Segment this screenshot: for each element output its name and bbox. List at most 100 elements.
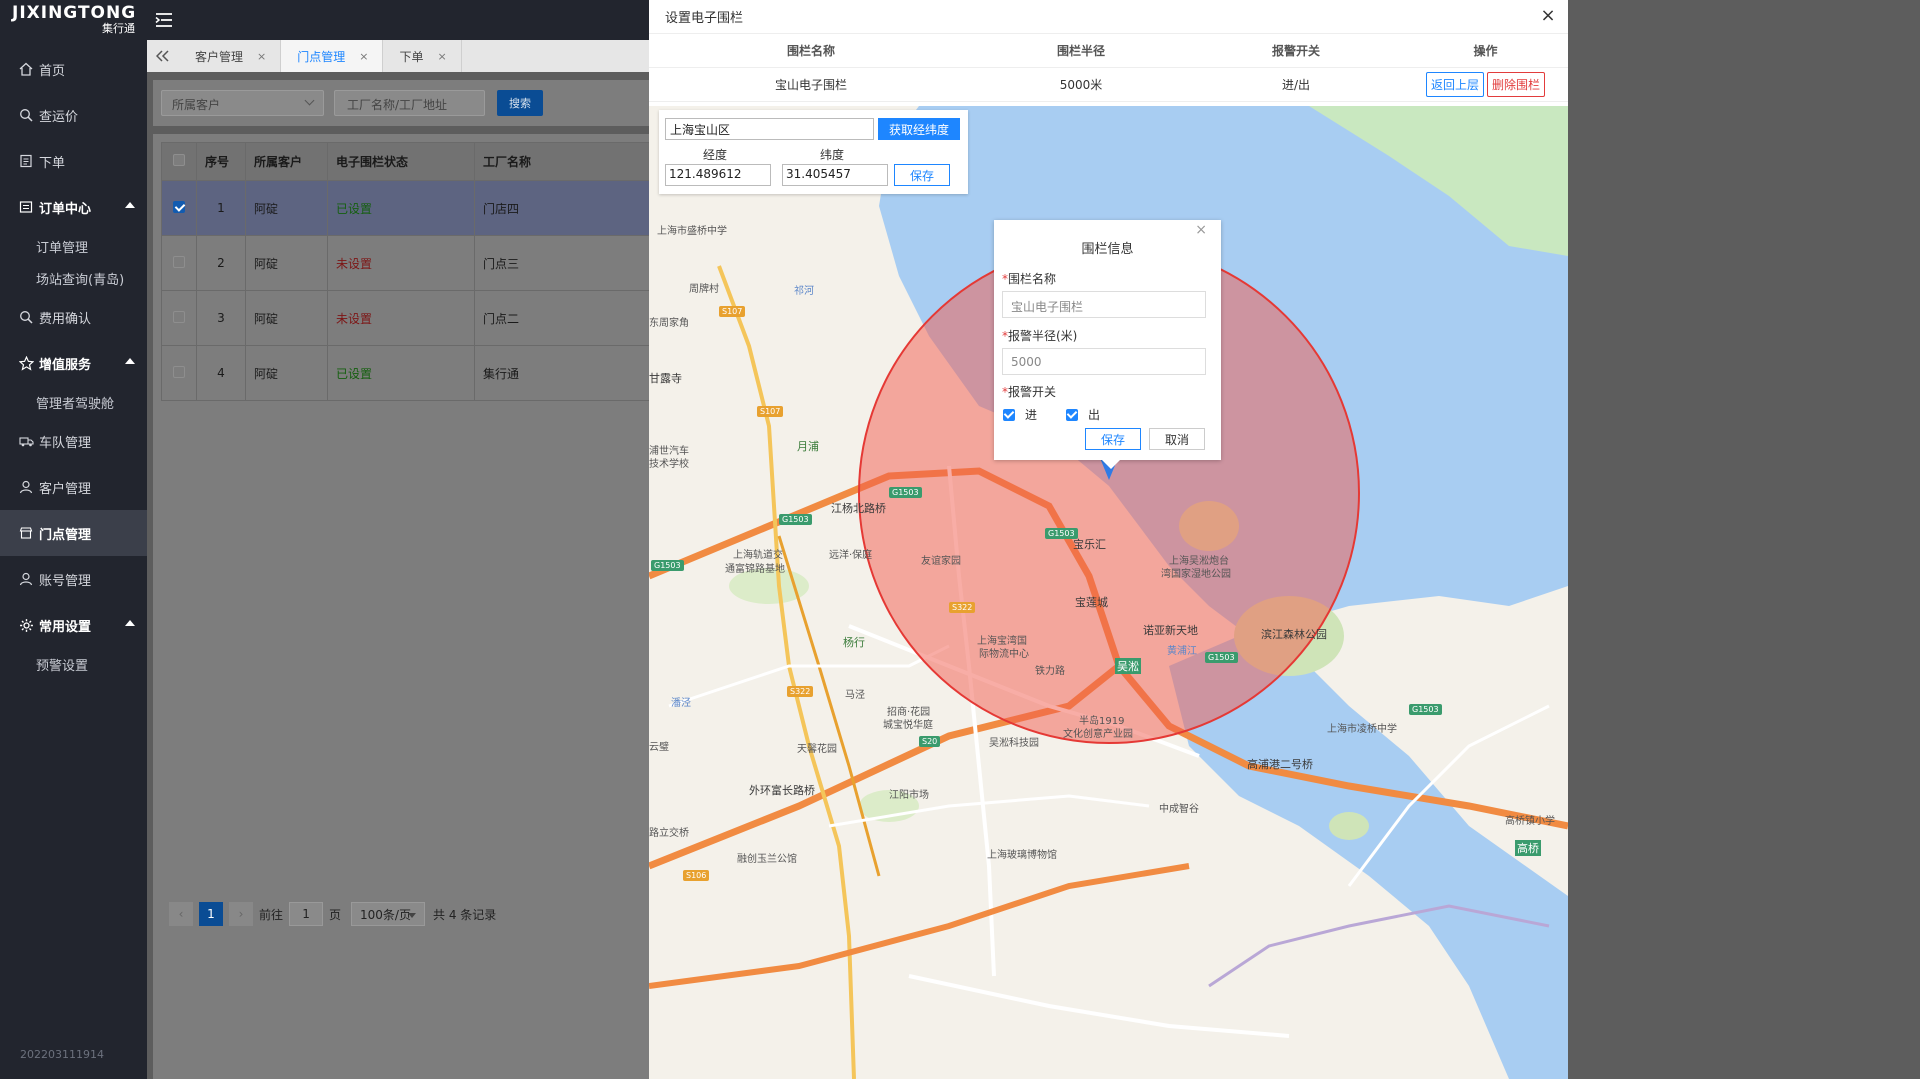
sidebar-item-fleet[interactable]: 车队管理 bbox=[0, 418, 147, 464]
sidebar-item-value-added[interactable]: 增值服务 bbox=[0, 340, 147, 386]
goto-page-input[interactable]: 1 bbox=[289, 902, 324, 926]
chevron-down-icon bbox=[304, 95, 315, 106]
map-label: 通富锦路基地 bbox=[725, 564, 785, 575]
row-select-cell[interactable] bbox=[161, 235, 197, 291]
address-input[interactable]: 上海宝山区 bbox=[665, 118, 874, 140]
tab-customer-management[interactable]: 客户管理 × bbox=[179, 40, 282, 72]
search-icon bbox=[18, 309, 34, 325]
row-checkbox[interactable] bbox=[173, 310, 185, 323]
tab-store-management[interactable]: 门点管理 × bbox=[281, 40, 384, 72]
alarm-in-checkbox[interactable]: 进 bbox=[1003, 406, 1037, 423]
fence-info-window: × 围栏信息 *围栏名称 宝山电子围栏 *报警半径(米) 5000 *报警开关 … bbox=[994, 220, 1221, 469]
row-select-cell[interactable] bbox=[161, 290, 197, 346]
close-icon[interactable]: × bbox=[437, 50, 446, 63]
back-button[interactable]: 返回上层 bbox=[1425, 72, 1484, 97]
sidebar: JIXINGTONG 集行通 首页 查运价 下单 订单中心 订单管理 场站查询(… bbox=[0, 0, 147, 1079]
table-row[interactable]: 1 阿碇 已设置 门店四 bbox=[161, 180, 657, 236]
page-size-select[interactable]: 100条/页 bbox=[351, 902, 426, 926]
alarm-out-label: 出 bbox=[1088, 408, 1101, 422]
checkbox-checked[interactable] bbox=[1003, 408, 1015, 421]
map-label: 东周家角 bbox=[649, 318, 689, 329]
search-button[interactable]: 搜索 bbox=[497, 90, 543, 116]
map-label: 上海轨道交 bbox=[733, 550, 783, 561]
sidebar-item-cockpit[interactable]: 管理者驾驶舱 bbox=[0, 386, 147, 418]
sidebar-item-customer[interactable]: 客户管理 bbox=[0, 464, 147, 510]
map-label: 高桥镇小学 bbox=[1505, 816, 1555, 827]
sidebar-item-account[interactable]: 账号管理 bbox=[0, 556, 147, 602]
factory-search-input[interactable]: 工厂名称/工厂地址 bbox=[334, 90, 485, 116]
fence-name-input[interactable]: 宝山电子围栏 bbox=[1002, 291, 1206, 318]
sidebar-item-label: 增值服务 bbox=[39, 357, 92, 373]
map-label: 文化创意产业园 bbox=[1063, 729, 1133, 740]
fence-dialog: 设置电子围栏 × 围栏名称 围栏半径 报警开关 操作 宝山电子围栏 5000米 … bbox=[649, 0, 1568, 1079]
user-icon bbox=[18, 479, 34, 495]
tab-place-order[interactable]: 下单 × bbox=[383, 40, 462, 72]
sidebar-item-alert-settings[interactable]: 预警设置 bbox=[0, 648, 147, 680]
close-icon[interactable]: × bbox=[359, 50, 368, 63]
sidebar-item-store[interactable]: 门点管理 bbox=[0, 510, 147, 556]
gear-icon bbox=[18, 617, 34, 633]
sidebar-item-fee-confirm[interactable]: 费用确认 bbox=[0, 294, 147, 340]
road-badge: G1503 bbox=[1045, 528, 1078, 539]
row-fence-status: 未设置 bbox=[327, 290, 475, 346]
map-label: 城宝悦华庭 bbox=[883, 720, 933, 731]
fence-save-button[interactable]: 保存 bbox=[1085, 428, 1141, 450]
save-coords-button[interactable]: 保存 bbox=[894, 164, 950, 186]
row-number: 2 bbox=[196, 235, 246, 291]
checkbox-checked[interactable] bbox=[1066, 408, 1078, 421]
row-customer: 阿碇 bbox=[245, 290, 328, 346]
sidebar-item-home[interactable]: 首页 bbox=[0, 46, 147, 92]
close-icon[interactable]: × bbox=[1540, 7, 1556, 25]
road-badge: S106 bbox=[683, 870, 710, 881]
map-label: 月浦 bbox=[797, 440, 819, 453]
fence-actions: 返回上层 删除围栏 bbox=[1403, 72, 1568, 97]
latitude-input[interactable]: 31.405457 bbox=[782, 164, 888, 186]
map-label: 天馨花园 bbox=[797, 744, 837, 755]
prev-page-button[interactable]: ‹ bbox=[169, 902, 193, 926]
customer-select[interactable]: 所属客户 bbox=[161, 90, 324, 116]
map-label: 江阳市场 bbox=[889, 790, 929, 801]
select-all-cell[interactable] bbox=[161, 142, 197, 181]
page-number-current[interactable]: 1 bbox=[199, 902, 223, 926]
table-row[interactable]: 4 阿碇 已设置 集行通 bbox=[161, 345, 657, 401]
row-checkbox[interactable] bbox=[173, 200, 185, 213]
row-select-cell[interactable] bbox=[161, 345, 197, 401]
map-label: 高浦港二号桥 bbox=[1247, 758, 1313, 771]
delete-fence-button[interactable]: 删除围栏 bbox=[1487, 72, 1546, 97]
menu-toggle-icon[interactable] bbox=[155, 12, 172, 28]
alarm-out-checkbox[interactable]: 出 bbox=[1066, 406, 1100, 423]
double-chevron-left-icon[interactable] bbox=[147, 40, 179, 72]
sidebar-item-order-management[interactable]: 订单管理 bbox=[0, 230, 147, 262]
fence-cancel-button[interactable]: 取消 bbox=[1149, 428, 1205, 450]
sidebar-item-settings[interactable]: 常用设置 bbox=[0, 602, 147, 648]
map-label: 高桥 bbox=[1515, 840, 1541, 856]
sidebar-item-order-center[interactable]: 订单中心 bbox=[0, 184, 147, 230]
map-label: 上海市凌桥中学 bbox=[1327, 724, 1397, 735]
longitude-input[interactable]: 121.489612 bbox=[665, 164, 771, 186]
row-factory: 门店四 bbox=[474, 180, 657, 236]
radius-label-text: 报警半径(米) bbox=[1008, 329, 1078, 343]
map-view[interactable]: 上海市盛桥中学 周牌村 东周家角 甘露寺 祁河 月浦 浦世汽车 技术学校 江杨北… bbox=[649, 106, 1568, 1079]
sidebar-item-yard-query[interactable]: 场站查询(青岛) bbox=[0, 262, 147, 294]
sidebar-item-order[interactable]: 下单 bbox=[0, 138, 147, 184]
fence-name-label: *围栏名称 bbox=[1002, 270, 1056, 287]
table-row[interactable]: 3 阿碇 未设置 门点二 bbox=[161, 290, 657, 346]
select-all-checkbox[interactable] bbox=[173, 154, 185, 166]
sidebar-item-label: 门点管理 bbox=[39, 527, 92, 543]
get-coords-button[interactable]: 获取经纬度 bbox=[878, 118, 960, 140]
document-icon bbox=[18, 153, 34, 169]
close-icon[interactable]: × bbox=[1195, 222, 1207, 238]
map-label: 际物流中心 bbox=[979, 649, 1029, 660]
close-icon[interactable]: × bbox=[257, 50, 266, 63]
alarm-switch-label: *报警开关 bbox=[1002, 383, 1056, 400]
row-checkbox[interactable] bbox=[173, 365, 185, 378]
row-checkbox[interactable] bbox=[173, 255, 185, 268]
table-row[interactable]: 2 阿碇 未设置 门点三 bbox=[161, 235, 657, 291]
sidebar-item-freight[interactable]: 查运价 bbox=[0, 92, 147, 138]
next-page-button[interactable]: › bbox=[229, 902, 253, 926]
map-label: 祁河 bbox=[794, 286, 814, 297]
row-select-cell[interactable] bbox=[161, 180, 197, 236]
store-icon bbox=[18, 525, 34, 541]
road-badge: S322 bbox=[949, 602, 976, 613]
radius-input[interactable]: 5000 bbox=[1002, 348, 1206, 375]
